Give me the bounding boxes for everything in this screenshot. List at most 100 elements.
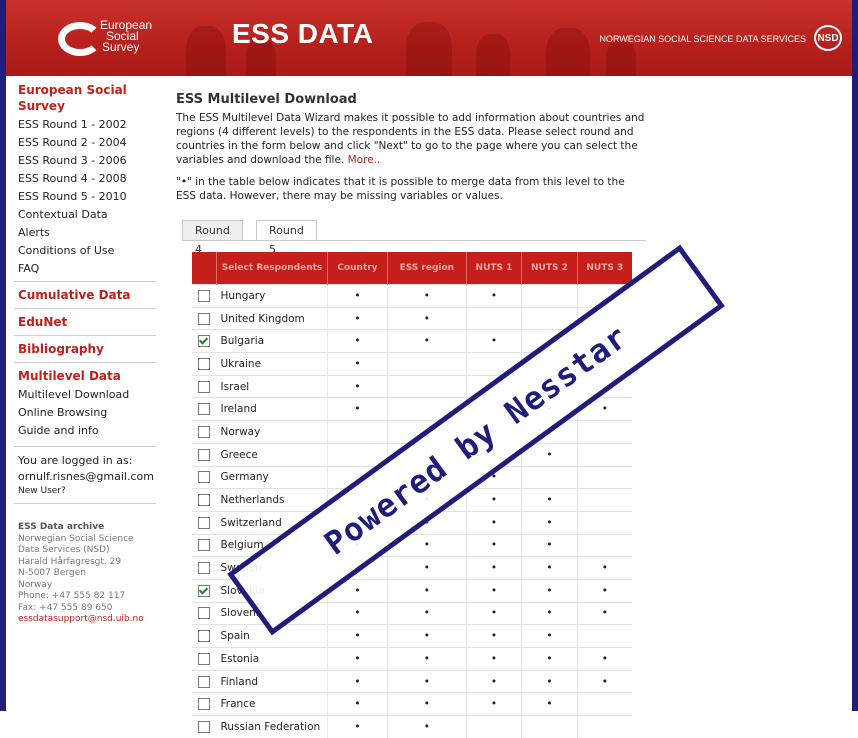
sidebar-heading-bibliography[interactable]: Bibliography [14, 339, 156, 359]
country-name: Netherlands [216, 488, 328, 512]
row-checkbox-cell [192, 601, 217, 625]
tab-round-4[interactable]: Round 4 [182, 220, 243, 256]
row-checkbox-cell [192, 488, 217, 512]
sidebar-item-round2[interactable]: ESS Round 2 - 2004 [14, 134, 156, 152]
table-row: Estonia • • • • • [192, 647, 632, 671]
select-country-checkbox[interactable] [198, 403, 211, 416]
level-availability-cell: • [465, 692, 522, 716]
sidebar-heading-edunet[interactable]: EduNet [14, 312, 156, 332]
select-country-checkbox[interactable] [198, 562, 211, 575]
sidebar-item-multilevel-download[interactable]: Multilevel Download [14, 386, 156, 404]
new-user-link[interactable]: New User? [14, 485, 156, 497]
level-availability-cell [521, 284, 578, 308]
level-availability-cell: • [465, 647, 522, 671]
select-country-checkbox[interactable] [198, 630, 211, 643]
row-checkbox-cell [192, 442, 217, 466]
level-availability-cell [576, 442, 632, 466]
level-availability-cell [576, 624, 632, 648]
sidebar-heading-multilevel[interactable]: Multilevel Data [14, 366, 156, 386]
level-availability-cell: • [386, 669, 467, 693]
tab-round-5[interactable]: Round 5 [256, 220, 317, 256]
level-availability-cell: • [327, 284, 388, 308]
row-checkbox-cell [192, 306, 217, 330]
sidebar-item-round3[interactable]: ESS Round 3 - 2006 [14, 152, 156, 170]
select-country-checkbox[interactable] [198, 357, 211, 370]
sidebar-item-round1[interactable]: ESS Round 1 - 2002 [14, 116, 156, 134]
table-header-row: Select Respondents Country ESS region NU… [192, 252, 632, 285]
sidebar-item-alerts[interactable]: Alerts [14, 224, 156, 242]
level-availability-cell: • [521, 624, 578, 648]
level-availability-cell [386, 374, 467, 398]
level-availability-cell: • [521, 488, 578, 512]
archive-line: Norway [18, 579, 53, 590]
select-country-checkbox[interactable] [198, 380, 211, 393]
country-name: Russian Federation [216, 715, 328, 738]
row-checkbox-cell [192, 465, 217, 489]
select-country-checkbox[interactable] [198, 335, 211, 348]
level-availability-cell [576, 715, 632, 738]
select-country-checkbox[interactable] [198, 607, 211, 620]
ess-logo[interactable]: European Social Survey [58, 19, 178, 60]
page-title: ESS Multilevel Download [176, 92, 357, 107]
select-country-checkbox[interactable] [198, 539, 211, 552]
sidebar-item-conditions[interactable]: Conditions of Use [14, 242, 156, 260]
level-availability-cell: • [327, 624, 388, 648]
archive-line: Phone: +47 555 82 117 [18, 591, 126, 601]
level-availability-cell: • [521, 510, 578, 535]
select-country-checkbox[interactable] [198, 471, 211, 484]
level-availability-cell [576, 465, 632, 489]
sidebar-heading-ess[interactable]: European Social Survey [14, 80, 156, 116]
sidebar-item-guide-info[interactable]: Guide and info [14, 422, 156, 440]
row-checkbox-cell [192, 352, 217, 376]
archive-line: N-5007 Bergen [18, 568, 86, 578]
row-checkbox-cell [192, 624, 217, 648]
sidebar-divider [14, 362, 156, 363]
row-checkbox-cell [192, 374, 217, 398]
header-ess-region: ESS region [386, 252, 467, 285]
select-country-checkbox[interactable] [198, 312, 211, 325]
sidebar-item-round4[interactable]: ESS Round 4 - 2008 [14, 170, 156, 188]
select-country-checkbox[interactable] [198, 289, 211, 302]
sidebar-divider [14, 308, 156, 309]
site-title: ESS DATA [232, 18, 374, 49]
main-content: ESS Multilevel Download The ESS Multilev… [176, 92, 646, 203]
select-country-checkbox[interactable] [198, 448, 211, 461]
sidebar-heading-cumulative[interactable]: Cumulative Data [14, 285, 156, 305]
level-availability-cell [327, 420, 388, 444]
row-checkbox-cell [192, 578, 217, 603]
country-name: Finland [216, 669, 328, 693]
sidebar-divider [14, 446, 156, 447]
row-checkbox-cell [192, 647, 217, 671]
login-label: You are logged in as: [18, 454, 133, 467]
level-availability-cell: • [465, 488, 522, 512]
sidebar-item-round5[interactable]: ESS Round 5 - 2010 [14, 188, 156, 206]
level-availability-cell: • [386, 284, 467, 308]
select-country-checkbox[interactable] [198, 425, 211, 438]
level-availability-cell: • [521, 692, 578, 716]
sidebar-nav: European Social Survey ESS Round 1 - 200… [14, 80, 156, 626]
level-availability-cell: • [465, 624, 522, 648]
select-country-checkbox[interactable] [198, 584, 211, 597]
header-nuts2: NUTS 2 [521, 252, 578, 285]
sidebar-item-online-browsing[interactable]: Online Browsing [14, 404, 156, 422]
row-checkbox-cell [192, 420, 217, 444]
select-country-checkbox[interactable] [198, 698, 211, 711]
select-country-checkbox[interactable] [198, 494, 211, 507]
select-country-checkbox[interactable] [198, 675, 211, 688]
level-availability-cell: • [465, 556, 522, 580]
select-country-checkbox[interactable] [198, 516, 211, 529]
level-availability-cell: • [576, 556, 632, 580]
country-name: Hungary [216, 284, 328, 308]
level-availability-cell: • [386, 647, 467, 671]
archive-email-link[interactable]: essdatasupport@nsd.uib.no [18, 614, 152, 626]
level-availability-cell: • [386, 715, 467, 738]
sidebar-item-faq[interactable]: FAQ [14, 260, 156, 278]
frame-left-border [0, 0, 6, 711]
more-link[interactable]: More.. [348, 154, 381, 166]
nsd-logo-badge[interactable]: NSD [814, 25, 842, 51]
level-availability-cell: • [521, 556, 578, 580]
select-country-checkbox[interactable] [198, 652, 211, 665]
sidebar-item-contextual-data[interactable]: Contextual Data [14, 206, 156, 224]
country-name: Norway [216, 420, 328, 444]
select-country-checkbox[interactable] [198, 720, 211, 733]
